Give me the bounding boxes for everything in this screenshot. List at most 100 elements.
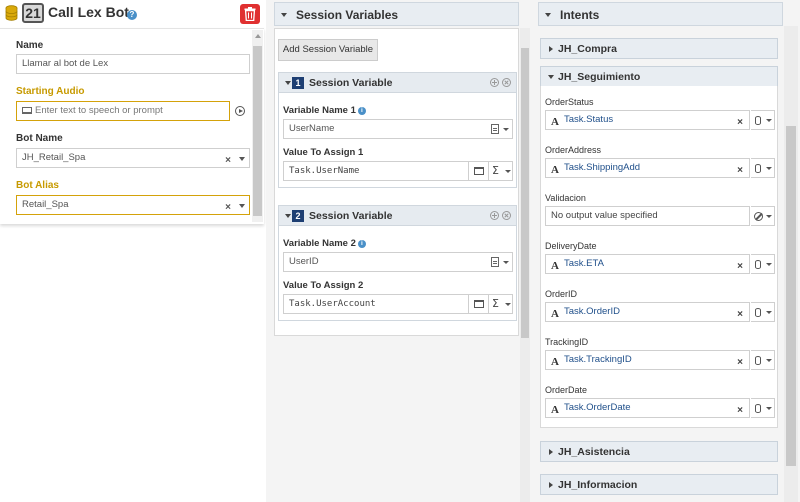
slot-value-input[interactable]: A Task.TrackingID ×	[545, 350, 750, 370]
intents-scrollbar[interactable]	[784, 26, 798, 502]
database-icon	[755, 404, 761, 413]
slot-value: Task.TrackingID	[564, 354, 632, 365]
help-icon[interactable]: ?	[127, 10, 137, 20]
info-icon[interactable]: i	[357, 240, 366, 248]
chevron-down-icon	[548, 75, 554, 79]
variable-name-label: Variable Name 1i	[283, 105, 366, 116]
document-menu-button[interactable]	[488, 253, 512, 271]
document-icon	[491, 257, 499, 267]
document-menu-button[interactable]	[488, 120, 512, 138]
intent-jh-seguimiento[interactable]: JH_Seguimiento	[540, 66, 778, 87]
no-entry-icon	[754, 212, 763, 221]
slot-menu-button[interactable]	[751, 110, 775, 130]
intent-jh-compra[interactable]: JH_Compra	[540, 38, 778, 59]
remove-circle-icon[interactable]	[502, 78, 511, 87]
starting-audio-input[interactable]: Enter text to speech or prompt	[16, 101, 230, 121]
table-icon	[474, 167, 484, 175]
name-input[interactable]: Llamar al bot de Lex	[16, 54, 250, 74]
chevron-right-icon	[549, 46, 553, 52]
intent-title: JH_Asistencia	[558, 446, 630, 458]
session-variable-title: Session Variable	[309, 210, 393, 222]
chevron-down-icon	[766, 215, 772, 218]
slot-value: Task.OrderID	[564, 306, 620, 317]
chevron-down-icon	[766, 359, 772, 362]
slot-menu-button[interactable]	[751, 158, 775, 178]
session-variable-title: Session Variable	[309, 77, 393, 89]
slot-value-input[interactable]: A Task.Status ×	[545, 110, 750, 130]
intent-jh-informacion[interactable]: JH_Informacion	[540, 474, 778, 495]
slot-label: OrderID	[545, 289, 578, 299]
session-variable-header[interactable]: 2 Session Variable	[279, 206, 516, 226]
session-variables-scrollbar[interactable]	[520, 28, 530, 502]
variable-name-value: UserName	[289, 123, 335, 134]
session-variables-panel: Session Variables Add Session Variable 1…	[266, 0, 530, 502]
chevron-down-icon	[285, 81, 291, 85]
slot-value-input[interactable]: No output value specified	[545, 206, 750, 226]
slot-menu-button[interactable]	[751, 302, 775, 322]
text-type-icon: A	[551, 404, 559, 416]
clear-icon[interactable]: ×	[737, 258, 743, 276]
variable-name-input[interactable]: UserName	[283, 119, 513, 139]
clear-icon[interactable]: ×	[737, 306, 743, 324]
clear-icon[interactable]: ×	[737, 402, 743, 420]
info-icon[interactable]: i	[357, 107, 366, 115]
variable-name-input[interactable]: UserID	[283, 252, 513, 272]
add-circle-icon[interactable]	[490, 211, 499, 220]
chevron-down-icon	[766, 119, 772, 122]
value-to-assign-value: Task.UserName	[289, 166, 360, 176]
form-scrollbar[interactable]	[252, 30, 263, 222]
chevron-down-icon[interactable]	[239, 157, 245, 161]
session-variable-number: 1	[292, 77, 304, 89]
chevron-down-icon	[766, 263, 772, 266]
table-button[interactable]	[468, 295, 488, 313]
clear-icon[interactable]: ×	[225, 199, 231, 217]
intents-header[interactable]: Intents	[538, 2, 783, 26]
scrollbar-thumb[interactable]	[786, 126, 796, 466]
slot-value: No output value specified	[551, 210, 658, 221]
intent-jh-asistencia[interactable]: JH_Asistencia	[540, 441, 778, 462]
slot-value-input[interactable]: A Task.OrderDate ×	[545, 398, 750, 418]
expression-menu-button[interactable]: Σ	[488, 162, 512, 180]
scrollbar-thumb[interactable]	[521, 48, 529, 338]
bot-alias-label: Bot Alias	[16, 180, 59, 191]
slot-menu-button[interactable]	[751, 206, 775, 226]
value-to-assign-label: Value To Assign 1	[283, 147, 364, 158]
chevron-down-icon	[503, 128, 509, 131]
scrollbar-thumb[interactable]	[253, 46, 262, 216]
slot-value-input[interactable]: A Task.OrderID ×	[545, 302, 750, 322]
session-variable-header[interactable]: 1 Session Variable	[279, 73, 516, 93]
expression-menu-button[interactable]: Σ	[488, 295, 512, 313]
scroll-up-icon[interactable]	[255, 34, 261, 38]
value-to-assign-input[interactable]: Task.UserAccount Σ	[283, 294, 513, 314]
chevron-down-icon[interactable]	[239, 204, 245, 208]
chevron-down-icon	[766, 167, 772, 170]
slot-menu-button[interactable]	[751, 350, 775, 370]
text-type-icon: A	[551, 116, 559, 128]
slot-value: Task.ETA	[564, 258, 604, 269]
add-circle-icon[interactable]	[490, 78, 499, 87]
play-icon[interactable]	[235, 106, 245, 116]
session-variables-header[interactable]: Session Variables	[274, 2, 519, 26]
slot-value-input[interactable]: A Task.ETA ×	[545, 254, 750, 274]
add-session-variable-button[interactable]: Add Session Variable	[278, 39, 378, 61]
clear-icon[interactable]: ×	[737, 354, 743, 372]
intent-slots-body: OrderStatus A Task.Status × OrderAddress…	[540, 86, 778, 428]
bot-name-select[interactable]: JH_Retail_Spa ×	[16, 148, 250, 168]
chevron-down-icon	[503, 261, 509, 264]
node-properties-panel: 21 Call Lex Bot ? Name Llamar al bot de …	[0, 0, 266, 502]
bot-alias-select[interactable]: Retail_Spa ×	[16, 195, 250, 215]
clear-icon[interactable]: ×	[737, 114, 743, 132]
delete-node-button[interactable]	[240, 4, 260, 24]
slot-menu-button[interactable]	[751, 398, 775, 418]
slot-value-input[interactable]: A Task.ShippingAdd ×	[545, 158, 750, 178]
sigma-icon: Σ	[492, 297, 499, 310]
table-button[interactable]	[468, 162, 488, 180]
clear-icon[interactable]: ×	[225, 152, 231, 170]
clear-icon[interactable]: ×	[737, 162, 743, 180]
value-to-assign-input[interactable]: Task.UserName Σ	[283, 161, 513, 181]
remove-circle-icon[interactable]	[502, 211, 511, 220]
sigma-icon: Σ	[492, 164, 499, 177]
slot-label: OrderStatus	[545, 97, 594, 107]
variable-name-value: UserID	[289, 256, 319, 267]
slot-menu-button[interactable]	[751, 254, 775, 274]
